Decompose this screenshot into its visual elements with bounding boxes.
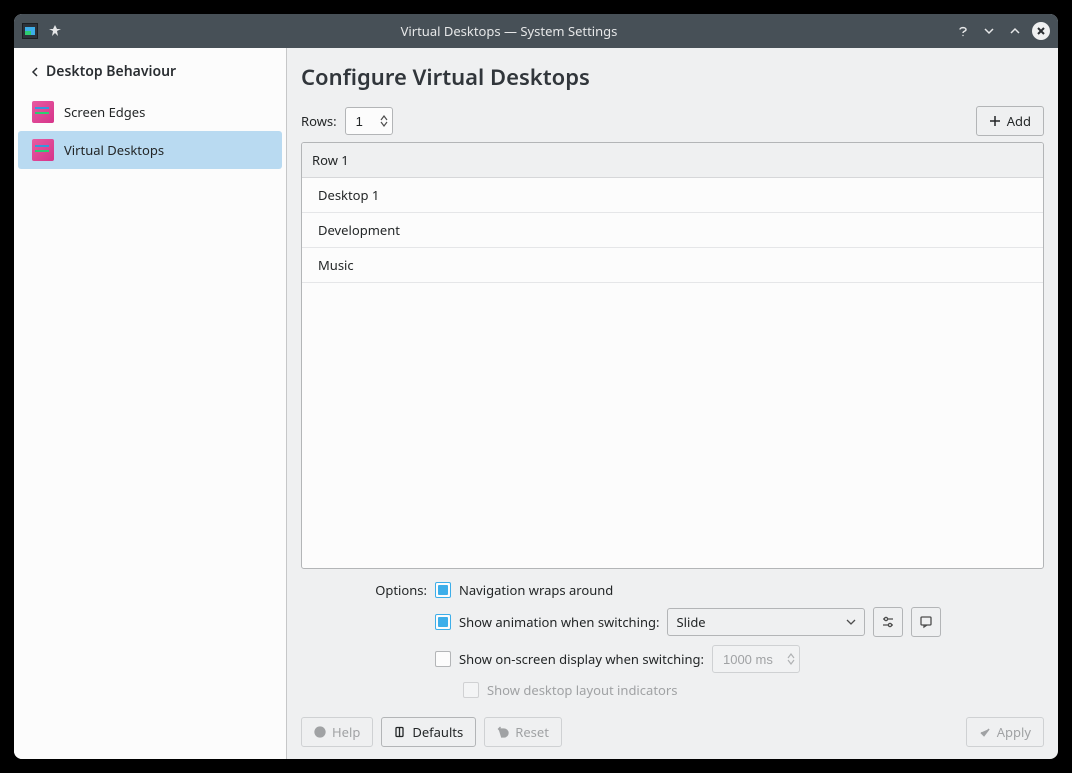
defaults-button-label: Defaults bbox=[412, 723, 463, 741]
minimize-icon[interactable] bbox=[980, 22, 998, 40]
desktop-name: Development bbox=[318, 221, 400, 239]
nav-wrap-checkbox[interactable] bbox=[435, 582, 451, 598]
sidebar-item-virtual-desktops[interactable]: Virtual Desktops bbox=[18, 131, 282, 169]
sidebar-item-label: Virtual Desktops bbox=[64, 141, 164, 159]
close-icon[interactable] bbox=[1032, 22, 1050, 40]
pin-icon[interactable] bbox=[46, 22, 64, 40]
nav-wrap-label[interactable]: Navigation wraps around bbox=[459, 581, 613, 599]
sidebar-item-label: Screen Edges bbox=[64, 103, 145, 121]
speech-bubble-icon bbox=[919, 615, 933, 629]
rows-toolbar: Rows: Add bbox=[301, 106, 1044, 136]
desktops-list[interactable]: Row 1 Desktop 1 Development Music bbox=[301, 142, 1044, 569]
breadcrumb[interactable]: Desktop Behaviour bbox=[14, 52, 286, 93]
screen-edges-icon bbox=[32, 101, 54, 123]
undo-icon bbox=[497, 726, 509, 738]
maximize-icon[interactable] bbox=[1006, 22, 1024, 40]
rows-value[interactable] bbox=[356, 114, 372, 129]
chevron-left-icon bbox=[30, 66, 40, 78]
app-icon bbox=[22, 23, 38, 39]
titlebar: Virtual Desktops — System Settings bbox=[14, 14, 1058, 48]
chevron-down-icon[interactable] bbox=[380, 121, 388, 127]
apply-button: Apply bbox=[966, 717, 1044, 747]
show-anim-label[interactable]: Show animation when switching: bbox=[459, 613, 659, 631]
row-group-header: Row 1 bbox=[302, 143, 1043, 178]
options-section: Options: Navigation wraps around Show an… bbox=[301, 581, 1044, 699]
reset-button: Reset bbox=[484, 717, 562, 747]
anim-combo-value: Slide bbox=[676, 613, 705, 631]
window: Virtual Desktops — System Settings Deskt… bbox=[14, 14, 1058, 759]
virtual-desktops-icon bbox=[32, 139, 54, 161]
apply-button-label: Apply bbox=[997, 723, 1031, 741]
window-title: Virtual Desktops — System Settings bbox=[72, 22, 946, 40]
desktop-row[interactable]: Music bbox=[302, 248, 1043, 283]
plus-icon bbox=[989, 115, 1001, 127]
desktop-name: Music bbox=[318, 256, 354, 274]
anim-about-button[interactable] bbox=[911, 607, 941, 637]
desktop-row[interactable]: Desktop 1 bbox=[302, 178, 1043, 213]
show-layout-label: Show desktop layout indicators bbox=[487, 681, 677, 699]
show-osd-checkbox[interactable] bbox=[435, 651, 451, 667]
add-button[interactable]: Add bbox=[976, 106, 1044, 136]
check-icon bbox=[979, 726, 991, 738]
main-panel: Configure Virtual Desktops Rows: Add bbox=[287, 48, 1058, 759]
anim-configure-button[interactable] bbox=[873, 607, 903, 637]
help-circle-icon bbox=[314, 726, 326, 738]
sidebar-item-screen-edges[interactable]: Screen Edges bbox=[18, 93, 282, 131]
rows-label: Rows: bbox=[301, 112, 337, 130]
help-icon[interactable] bbox=[954, 22, 972, 40]
add-button-label: Add bbox=[1007, 112, 1031, 130]
rows-spinbox[interactable] bbox=[345, 107, 393, 135]
options-label: Options: bbox=[301, 581, 427, 599]
chevron-down-icon bbox=[846, 619, 856, 625]
sidebar: Desktop Behaviour Screen Edges Virtual D… bbox=[14, 48, 287, 759]
defaults-icon bbox=[394, 726, 406, 738]
show-osd-label[interactable]: Show on-screen display when switching: bbox=[459, 650, 704, 668]
footer-buttons: Help Defaults Reset Apply bbox=[301, 717, 1044, 747]
breadcrumb-label: Desktop Behaviour bbox=[46, 62, 176, 81]
reset-button-label: Reset bbox=[515, 723, 549, 741]
defaults-button[interactable]: Defaults bbox=[381, 717, 476, 747]
desktop-name: Desktop 1 bbox=[318, 186, 379, 204]
osd-duration-spinbox bbox=[712, 645, 800, 673]
help-button[interactable]: Help bbox=[301, 717, 373, 747]
osd-duration-value bbox=[723, 652, 779, 667]
help-button-label: Help bbox=[332, 723, 360, 741]
desktop-row[interactable]: Development bbox=[302, 213, 1043, 248]
show-anim-checkbox[interactable] bbox=[435, 614, 451, 630]
show-layout-checkbox bbox=[463, 682, 479, 698]
anim-combo[interactable]: Slide bbox=[667, 608, 865, 636]
sliders-icon bbox=[881, 615, 895, 629]
page-title: Configure Virtual Desktops bbox=[301, 58, 1044, 106]
